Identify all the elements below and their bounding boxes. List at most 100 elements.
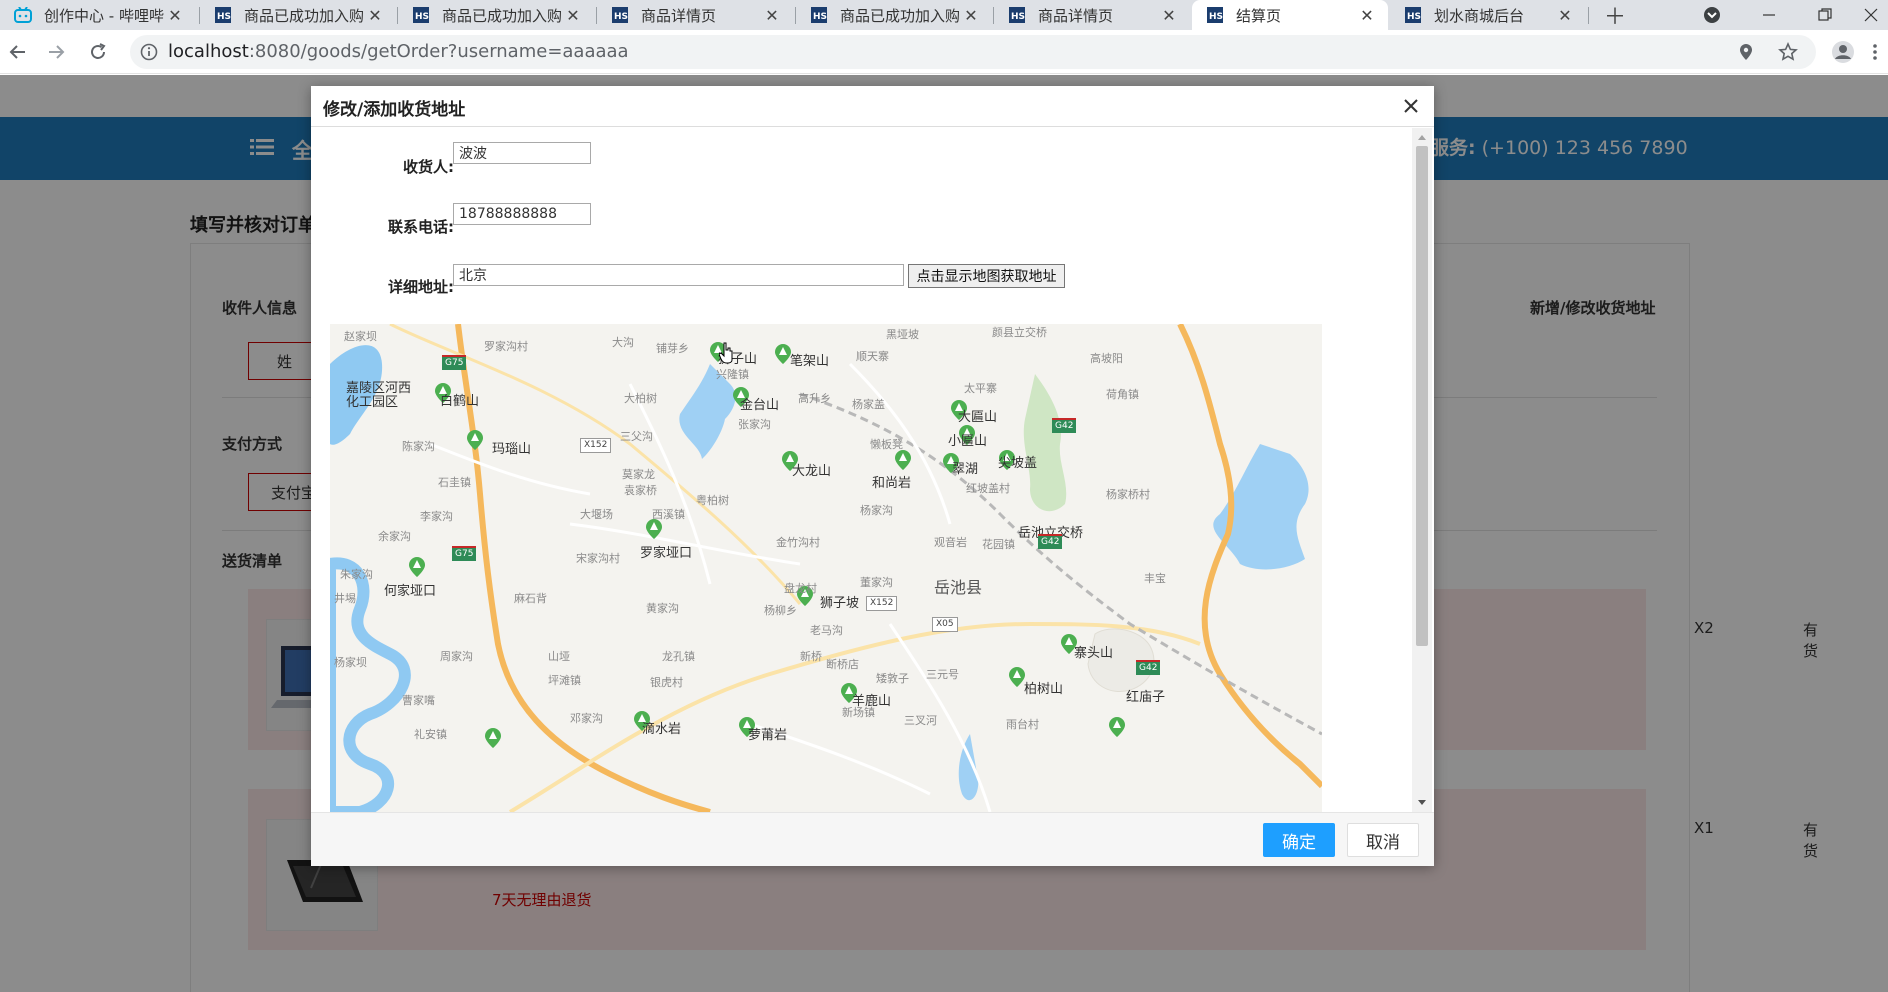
browser-tab-title: 商品已成功加入购	[442, 6, 563, 25]
browser-tab-title: 商品详情页	[1038, 6, 1114, 25]
close-icon[interactable]: ✕	[166, 6, 184, 25]
webstorm-icon: HS	[1404, 6, 1422, 24]
scrollbar-thumb[interactable]	[1416, 146, 1428, 646]
poi-mountain-pin-icon[interactable]	[466, 429, 484, 451]
dialog-body: 收货人: 联系电话: 详细地址: 点击显示地图获取地址	[311, 128, 1434, 812]
map-place-label: 盘龙村	[784, 582, 817, 595]
svg-text:HS: HS	[1407, 12, 1421, 22]
map-place-label: 新桥	[800, 650, 822, 663]
poi-mountain-pin-icon[interactable]	[1108, 716, 1126, 738]
map-place-label: 大龙山	[792, 464, 832, 479]
poi-mountain-pin-icon[interactable]	[408, 556, 426, 578]
dialog-scrollbar[interactable]	[1412, 128, 1432, 812]
map-place-label: 观音岩	[934, 536, 967, 549]
browser-tab-5[interactable]: HS 商品已成功加入购 ✕	[796, 0, 992, 30]
address-input[interactable]	[453, 264, 904, 286]
map-place-label: 翠湖	[952, 462, 979, 477]
close-icon[interactable]: ✕	[366, 6, 384, 25]
map-place-label: 老马沟	[810, 624, 843, 637]
forward-arrow-icon[interactable]	[42, 30, 70, 74]
close-icon[interactable]: ✕	[1358, 6, 1376, 25]
browser-tab-title: 商品已成功加入购	[244, 6, 365, 25]
more-menu-icon[interactable]	[1866, 30, 1884, 74]
map-place-label: 滴水岩	[642, 722, 682, 737]
webstorm-icon: HS	[1206, 6, 1224, 24]
browser-tab-3[interactable]: HS 商品已成功加入购 ✕	[398, 0, 594, 30]
cancel-button[interactable]: 取消	[1347, 823, 1419, 857]
map-place-label: 笔架山	[790, 354, 830, 369]
map-place-label: 三父沟	[620, 430, 653, 443]
map-place-label: 白鹤山	[440, 394, 480, 409]
phone-input[interactable]	[453, 203, 591, 225]
poi-mountain-pin-icon[interactable]	[894, 449, 912, 471]
map-place-label: 李家沟	[420, 510, 453, 523]
map-place-label: 陈家沟	[402, 440, 435, 453]
profile-avatar-icon[interactable]	[1828, 30, 1858, 74]
map-place-label: 三叉河	[904, 714, 937, 727]
dialog-title: 修改/添加收货地址	[323, 100, 466, 120]
confirm-button[interactable]: 确定	[1263, 823, 1335, 857]
map-place-label: 杨家桥村	[1106, 488, 1150, 501]
location-pin-icon[interactable]	[1738, 43, 1754, 65]
svg-text:HS: HS	[813, 12, 827, 22]
url-text: localhost:8080/goods/getOrder?username=a…	[168, 35, 629, 69]
close-icon[interactable]: ✕	[1160, 6, 1178, 25]
scroll-down-arrow-icon[interactable]	[1412, 796, 1432, 810]
close-icon[interactable]	[1399, 94, 1423, 118]
address-bar[interactable]: localhost:8080/goods/getOrder?username=a…	[130, 35, 1816, 69]
browser-tab-6[interactable]: HS 商品详情页 ✕	[994, 0, 1190, 30]
close-icon[interactable]: ✕	[1556, 6, 1574, 25]
map-place-label: 杨家盖	[852, 398, 885, 411]
map-place-label: 大匾山	[958, 410, 998, 425]
webstorm-icon: HS	[214, 6, 232, 24]
url-path: :8080/goods/getOrder?username=aaaaaa	[248, 41, 629, 62]
phone-label: 联系电话:	[388, 218, 454, 236]
minimize-icon[interactable]	[1752, 0, 1786, 30]
browser-tab-1[interactable]: 创作中心 - 哔哩哔 ✕	[0, 0, 196, 30]
map-place-label: 罗家沟村	[484, 340, 528, 353]
map-place-label: 寨头山	[1074, 646, 1114, 661]
browser-tab-8[interactable]: HS 划水商城后台 ✕	[1390, 0, 1586, 30]
map-place-label: 黄家沟	[646, 602, 679, 615]
map-place-label: 嘉陵区河西化工园区	[346, 381, 412, 410]
receiver-input[interactable]	[453, 142, 591, 164]
address-dialog: 修改/添加收货地址 收货人: 联系电话: 详细地址: 点击显示地图获取地址	[311, 86, 1434, 866]
tab-separator	[1588, 7, 1589, 24]
browser-tab-active[interactable]: HS 结算页 ✕	[1192, 0, 1388, 30]
tab-search-icon[interactable]	[1700, 0, 1724, 30]
svg-text:HS: HS	[1011, 12, 1025, 22]
road-shield-badge: G75	[452, 546, 477, 561]
map-place-label: 大沟	[612, 336, 634, 349]
webstorm-icon: HS	[611, 6, 629, 24]
scroll-up-arrow-icon[interactable]	[1412, 130, 1432, 144]
new-tab-plus-icon[interactable]: ＋	[1604, 0, 1626, 30]
reload-icon[interactable]	[84, 30, 112, 74]
close-icon[interactable]: ✕	[962, 6, 980, 25]
map-place-label: 银虎村	[650, 676, 683, 689]
map-place-label: 红坡盖村	[966, 482, 1010, 495]
show-map-button[interactable]: 点击显示地图获取地址	[908, 264, 1065, 288]
map-place-label: 黑垭坡	[886, 328, 919, 341]
info-icon[interactable]	[140, 43, 158, 65]
map-place-label: 董家沟	[860, 576, 893, 589]
map-place-label: 石圭镇	[438, 476, 471, 489]
map-place-label: 高坡阳	[1090, 352, 1123, 365]
browser-tab-4[interactable]: HS 商品详情页 ✕	[597, 0, 793, 30]
close-icon[interactable]: ✕	[564, 6, 582, 25]
svg-text:HS: HS	[415, 12, 429, 22]
back-arrow-icon[interactable]	[4, 30, 32, 74]
poi-mountain-pin-icon[interactable]	[484, 727, 502, 749]
browser-tab-2[interactable]: HS 商品已成功加入购 ✕	[200, 0, 396, 30]
map-place-label: 大堰场	[580, 508, 613, 521]
browser-tab-title: 商品已成功加入购	[840, 6, 961, 25]
bookmark-star-icon[interactable]	[1778, 42, 1798, 66]
map-place-label: 尖坡盖	[998, 456, 1038, 471]
map-place-label: 曹家嘴	[402, 694, 435, 707]
map-place-label: 顺天寨	[856, 350, 889, 363]
close-icon[interactable]: ✕	[763, 6, 781, 25]
window-close-icon[interactable]	[1856, 0, 1886, 30]
map-place-label: 太平寨	[964, 382, 997, 395]
road-shield-badge: G42	[1052, 418, 1077, 433]
restore-icon[interactable]	[1808, 0, 1842, 30]
map-view[interactable]: 赵家坝 罗家沟村 大沟 铺芽乡 狮子山 笔架山 黑垭坡 顺天寨 颜县立交桥 高坡阳 嘉陵区河西化工园…	[330, 324, 1322, 812]
